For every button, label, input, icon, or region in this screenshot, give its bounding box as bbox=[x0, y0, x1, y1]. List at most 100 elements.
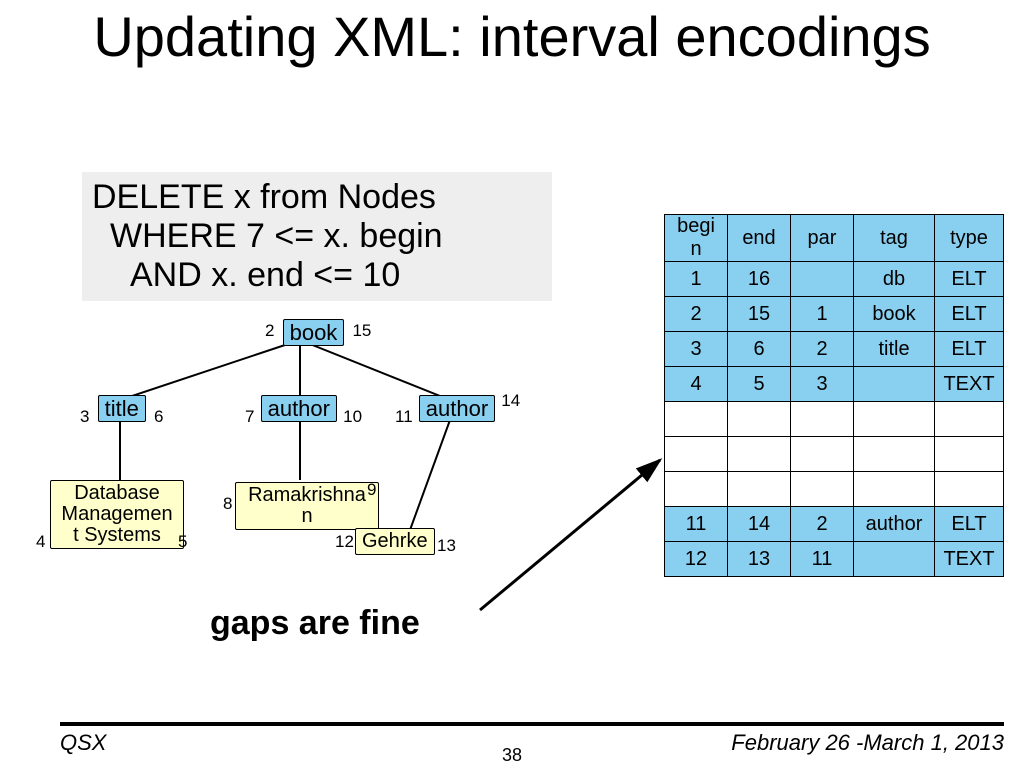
slide-title: Updating XML: interval encodings bbox=[0, 0, 1024, 67]
cell-e: 5 bbox=[728, 367, 791, 402]
author1-right: 10 bbox=[343, 407, 362, 426]
col-tag: tag bbox=[854, 215, 935, 262]
sql-line-3: AND x. end <= 10 bbox=[92, 256, 542, 295]
tree-diagram: 2 book 15 3 title 6 7 author 10 11 autho… bbox=[20, 310, 540, 610]
cell-type bbox=[935, 472, 1004, 507]
cell-e bbox=[728, 437, 791, 472]
author2-label: author bbox=[419, 395, 495, 422]
book-right: 15 bbox=[352, 321, 371, 340]
node-rama: 8 Ramakrishna n 9 bbox=[235, 482, 379, 530]
cell-p: 3 bbox=[791, 367, 854, 402]
table-row: 11142authorELT bbox=[665, 507, 1004, 542]
cell-b: 2 bbox=[665, 297, 728, 332]
footer-line bbox=[60, 722, 1004, 726]
author1-label: author bbox=[261, 395, 337, 422]
tree-edges bbox=[20, 310, 540, 610]
slide: Updating XML: interval encodings DELETE … bbox=[0, 0, 1024, 768]
table-row bbox=[665, 472, 1004, 507]
sql-line-1: DELETE x from Nodes bbox=[92, 178, 542, 217]
cell-p: 2 bbox=[791, 507, 854, 542]
dbms-left: 4 bbox=[36, 532, 45, 552]
table-header-row: begi n end par tag type bbox=[665, 215, 1004, 262]
cell-type: TEXT bbox=[935, 542, 1004, 577]
rama-t1: Ramakrishna bbox=[248, 484, 366, 506]
sql-line-2: WHERE 7 <= x. begin bbox=[92, 217, 542, 256]
gehrke-right: 13 bbox=[437, 536, 456, 556]
cell-tag bbox=[854, 542, 935, 577]
cell-p bbox=[791, 472, 854, 507]
cell-b bbox=[665, 402, 728, 437]
rama-right: 9 bbox=[367, 480, 376, 500]
author1-left: 7 bbox=[245, 407, 254, 426]
table-row: 116 dbELT bbox=[665, 262, 1004, 297]
cell-e: 15 bbox=[728, 297, 791, 332]
cell-e bbox=[728, 472, 791, 507]
col-par: par bbox=[791, 215, 854, 262]
table-row: 121311 TEXT bbox=[665, 542, 1004, 577]
cell-tag: author bbox=[854, 507, 935, 542]
cell-type: ELT bbox=[935, 297, 1004, 332]
book-left: 2 bbox=[265, 321, 274, 340]
cell-tag: title bbox=[854, 332, 935, 367]
cell-p bbox=[791, 402, 854, 437]
node-title: 3 title 6 bbox=[80, 396, 163, 422]
gaps-text: gaps are fine bbox=[210, 604, 420, 643]
table-row: 362titleELT bbox=[665, 332, 1004, 367]
cell-p: 2 bbox=[791, 332, 854, 367]
cell-e: 16 bbox=[728, 262, 791, 297]
gehrke-left: 12 bbox=[335, 532, 354, 552]
node-dbms: 4 Database Managemen t Systems 5 bbox=[50, 480, 184, 549]
cell-b: 11 bbox=[665, 507, 728, 542]
node-author2: 11 author 14 bbox=[395, 396, 520, 422]
dbms-text1: Database bbox=[74, 482, 160, 504]
cell-tag bbox=[854, 367, 935, 402]
cell-tag bbox=[854, 472, 935, 507]
cell-e: 14 bbox=[728, 507, 791, 542]
cell-type: ELT bbox=[935, 332, 1004, 367]
cell-tag: db bbox=[854, 262, 935, 297]
dbms-text2: Managemen bbox=[61, 503, 172, 525]
author2-right: 14 bbox=[501, 391, 520, 410]
cell-type: ELT bbox=[935, 262, 1004, 297]
rama-t2: n bbox=[301, 505, 312, 527]
author2-left: 11 bbox=[395, 407, 413, 426]
rama-left: 8 bbox=[223, 494, 232, 514]
cell-tag bbox=[854, 437, 935, 472]
cell-b: 4 bbox=[665, 367, 728, 402]
cell-e: 6 bbox=[728, 332, 791, 367]
node-gehrke: 12 Gehrke 13 bbox=[355, 528, 435, 555]
cell-type bbox=[935, 437, 1004, 472]
table-row: 2151bookELT bbox=[665, 297, 1004, 332]
title-left: 3 bbox=[80, 407, 89, 426]
nodes-table: begi n end par tag type 116dbELT2151book… bbox=[664, 214, 1004, 577]
book-label: book bbox=[283, 319, 345, 346]
cell-p: 11 bbox=[791, 542, 854, 577]
page-number: 38 bbox=[0, 745, 1024, 766]
cell-tag: book bbox=[854, 297, 935, 332]
col-begin: begi n bbox=[665, 215, 728, 262]
cell-b: 3 bbox=[665, 332, 728, 367]
cell-e: 13 bbox=[728, 542, 791, 577]
arrow-icon bbox=[470, 450, 690, 620]
cell-b: 12 bbox=[665, 542, 728, 577]
cell-p bbox=[791, 262, 854, 297]
table-row: 453 TEXT bbox=[665, 367, 1004, 402]
col-end: end bbox=[728, 215, 791, 262]
cell-type: TEXT bbox=[935, 367, 1004, 402]
table-row bbox=[665, 402, 1004, 437]
title-label: title bbox=[98, 395, 146, 422]
cell-p: 1 bbox=[791, 297, 854, 332]
sql-box: DELETE x from Nodes WHERE 7 <= x. begin … bbox=[82, 172, 552, 301]
cell-type bbox=[935, 402, 1004, 437]
node-book: 2 book 15 bbox=[265, 320, 371, 346]
title-right: 6 bbox=[154, 407, 163, 426]
dbms-text: Database Managemen t Systems bbox=[50, 480, 184, 549]
cell-b: 1 bbox=[665, 262, 728, 297]
cell-b bbox=[665, 472, 728, 507]
gehrke-text: Gehrke bbox=[355, 528, 435, 555]
rama-text: Ramakrishna n bbox=[235, 482, 379, 530]
dbms-right: 5 bbox=[178, 532, 187, 552]
dbms-text3: t Systems bbox=[73, 524, 161, 546]
cell-b bbox=[665, 437, 728, 472]
cell-tag bbox=[854, 402, 935, 437]
